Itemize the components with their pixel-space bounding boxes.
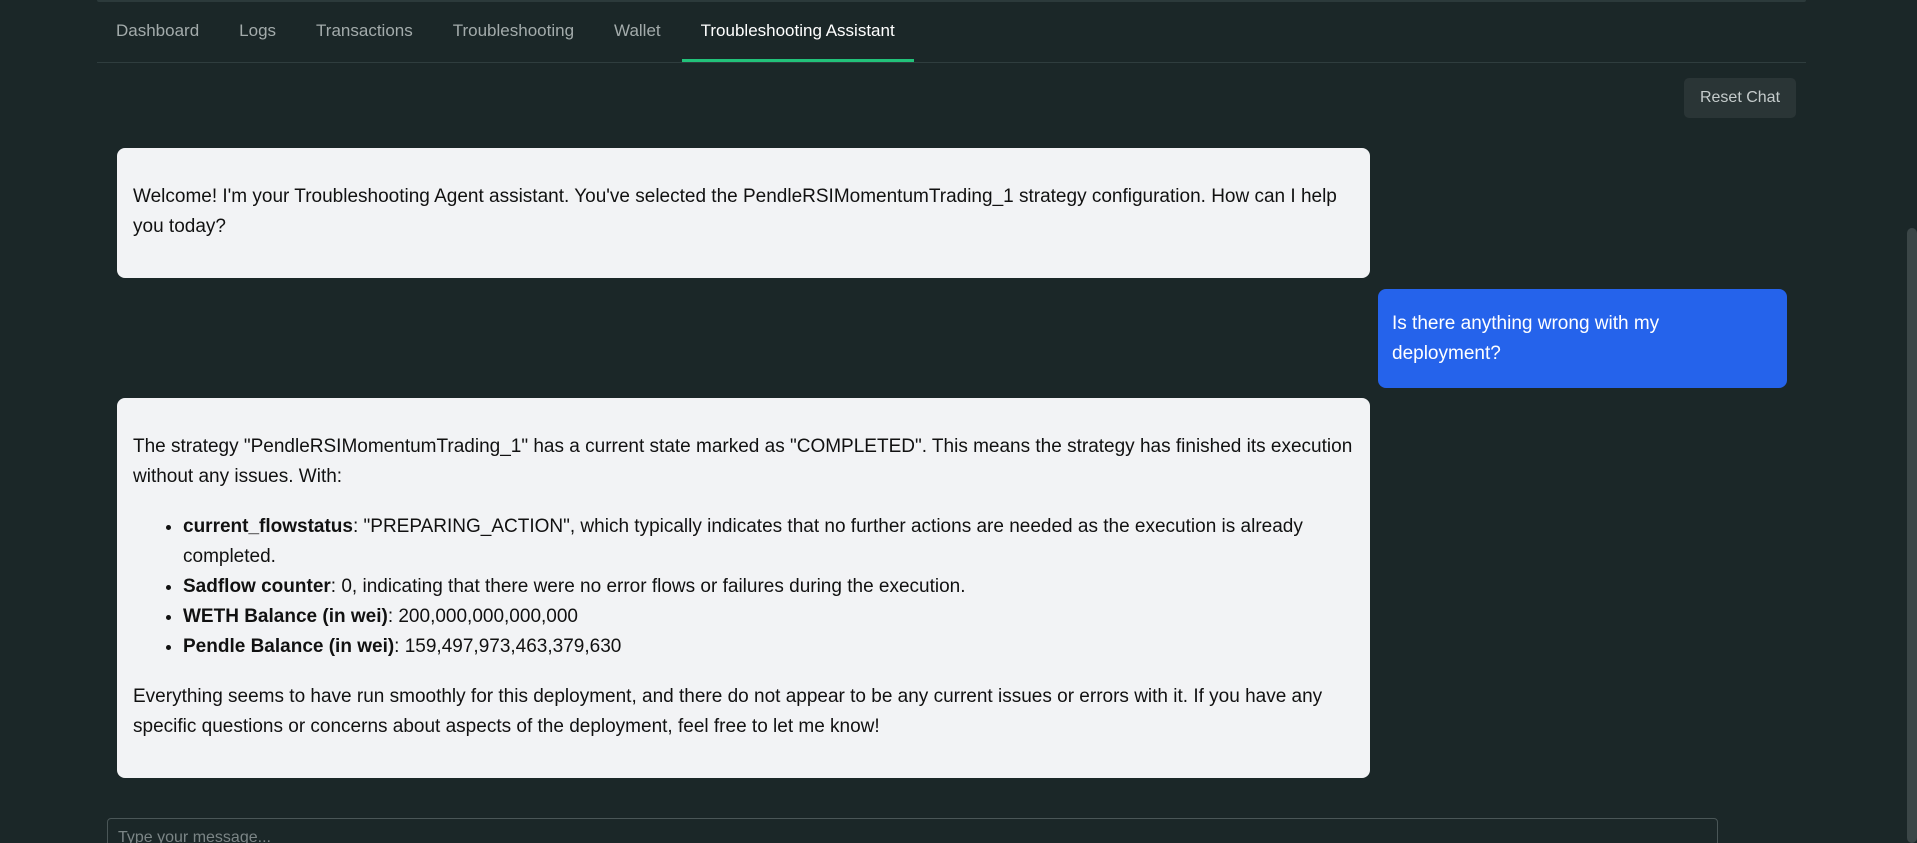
assistant-message-reply: The strategy "PendleRSIMomentumTrading_1… xyxy=(117,398,1370,778)
tab-transactions[interactable]: Transactions xyxy=(297,0,432,62)
message-input[interactable] xyxy=(107,818,1718,843)
list-item: WETH Balance (in wei): 200,000,000,000,0… xyxy=(183,602,1354,632)
list-item-label: Pendle Balance (in wei) xyxy=(183,636,395,657)
reply-intro: The strategy "PendleRSIMomentumTrading_1… xyxy=(133,436,1353,487)
list-item-text: : 200,000,000,000,000 xyxy=(387,606,578,627)
user-message: Is there anything wrong with my deployme… xyxy=(1378,289,1787,388)
list-item: Sadflow counter: 0, indicating that ther… xyxy=(183,572,1354,602)
page-scrollbar[interactable] xyxy=(1907,228,1917,843)
user-question-text: Is there anything wrong with my deployme… xyxy=(1392,312,1660,364)
tab-logs[interactable]: Logs xyxy=(220,0,295,62)
list-item-label: current_flowstatus xyxy=(183,516,353,537)
list-item: current_flowstatus: "PREPARING_ACTION", … xyxy=(183,512,1354,572)
tab-troubleshooting-assistant[interactable]: Troubleshooting Assistant xyxy=(681,0,914,62)
tab-wallet[interactable]: Wallet xyxy=(595,0,680,62)
tab-troubleshooting[interactable]: Troubleshooting xyxy=(434,0,593,62)
tab-bar: Dashboard Logs Transactions Troubleshoot… xyxy=(97,0,1806,63)
list-item-text: : 159,497,973,463,379,630 xyxy=(394,636,622,657)
welcome-text: Welcome! I'm your Troubleshooting Agent … xyxy=(133,186,1337,237)
list-item-label: WETH Balance (in wei) xyxy=(183,606,388,627)
list-item-label: Sadflow counter xyxy=(183,576,331,597)
reply-outro: Everything seems to have run smoothly fo… xyxy=(133,686,1323,737)
reset-chat-button[interactable]: Reset Chat xyxy=(1684,78,1796,118)
list-item: Pendle Balance (in wei): 159,497,973,463… xyxy=(183,632,1354,662)
tab-dashboard[interactable]: Dashboard xyxy=(97,0,218,62)
troubleshooting-assistant-page: Dashboard Logs Transactions Troubleshoot… xyxy=(0,0,1917,843)
assistant-message-welcome: Welcome! I'm your Troubleshooting Agent … xyxy=(117,148,1370,278)
list-item-text: : 0, indicating that there were no error… xyxy=(330,576,966,597)
reply-list: current_flowstatus: "PREPARING_ACTION", … xyxy=(133,512,1354,662)
